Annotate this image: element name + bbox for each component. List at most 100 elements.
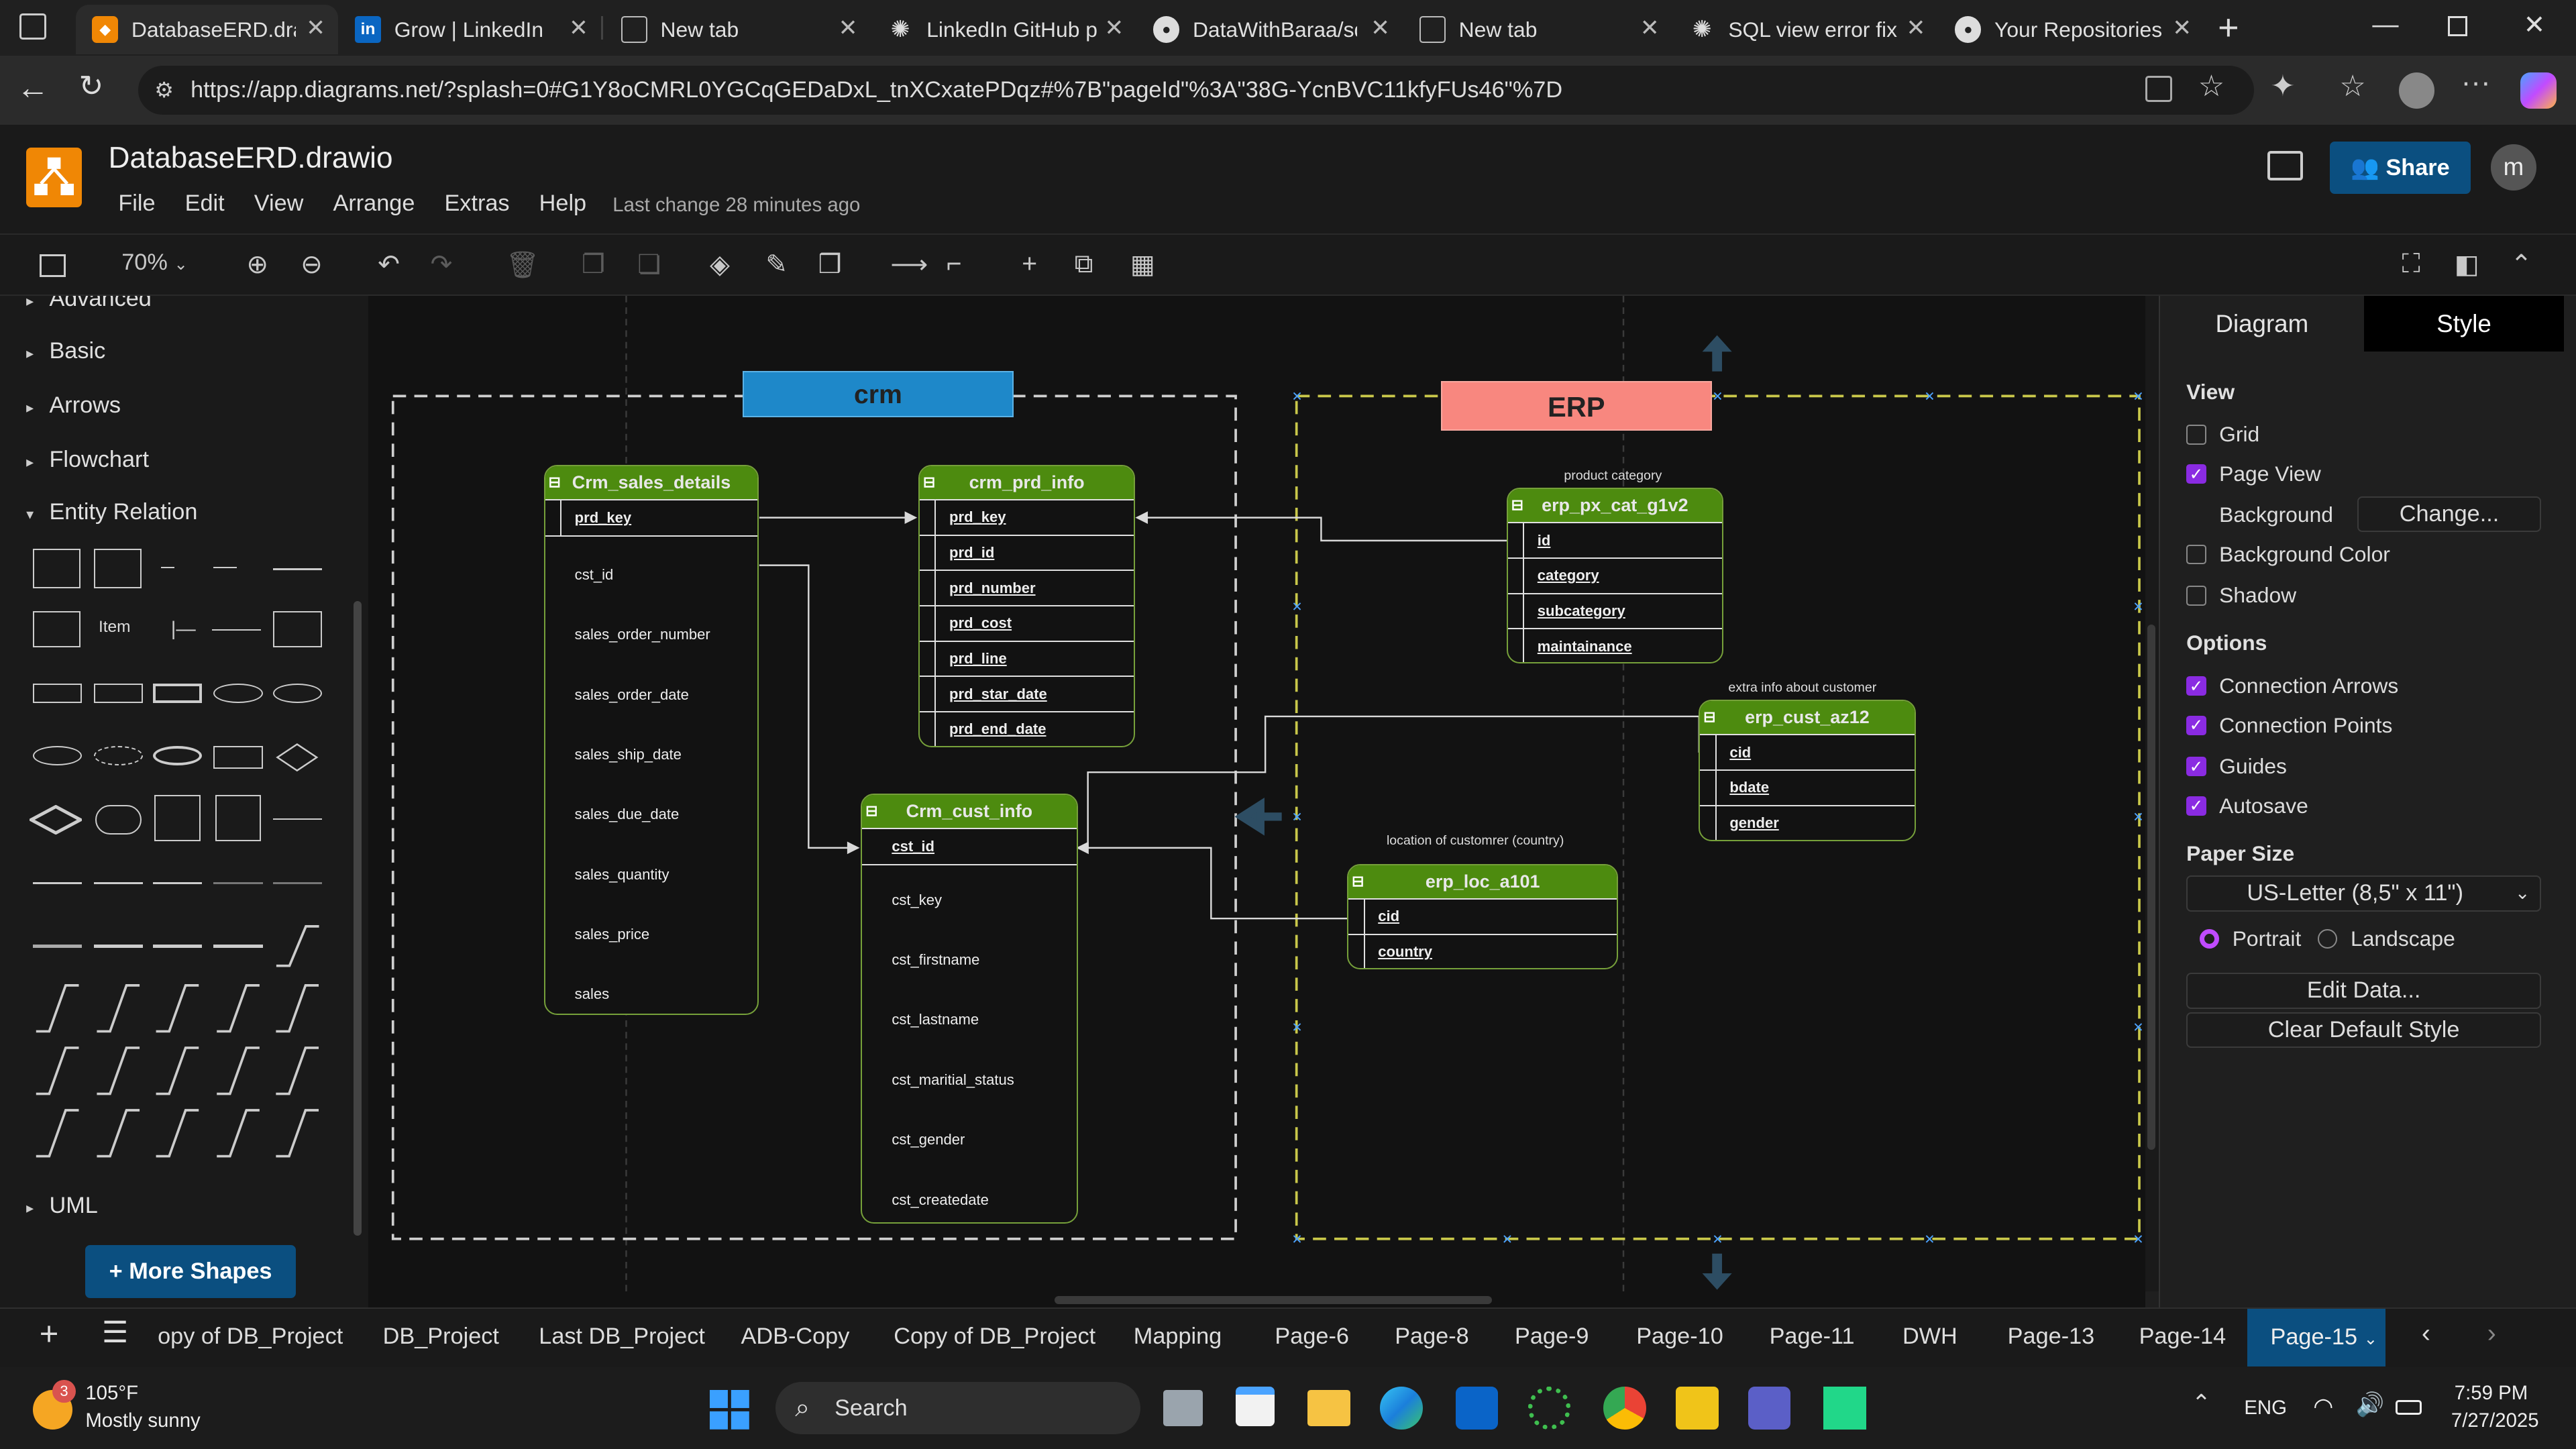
item-shape[interactable]: Item — [99, 618, 131, 637]
close-tab-icon[interactable]: ✕ — [1371, 15, 1390, 42]
scroll-left-icon[interactable]: ‹ — [2422, 1319, 2430, 1348]
connection-arrows-checkbox[interactable]: ✓ Connection Arrows — [2186, 674, 2398, 698]
close-tab-icon[interactable]: ✕ — [1640, 15, 1660, 42]
tab-style[interactable]: Style — [2363, 295, 2565, 352]
radio[interactable] — [2318, 929, 2338, 949]
table-row[interactable]: maintainance — [1507, 628, 1722, 663]
restore-button[interactable] — [2448, 16, 2468, 36]
menu-view[interactable]: View — [254, 191, 304, 217]
undo-icon[interactable]: ↶ — [378, 250, 400, 280]
collapse-icon[interactable]: ⌃ — [2510, 250, 2532, 280]
browser-tab[interactable]: ◆ DatabaseERD.draw ✕ — [75, 5, 339, 54]
cloud-shape[interactable] — [95, 805, 142, 835]
last-change-status[interactable]: Last change 28 minutes ago — [612, 191, 860, 217]
line-shape[interactable] — [152, 882, 203, 884]
browser-tab[interactable]: ● DataWithBaraa/sq ✕ — [1137, 5, 1403, 54]
menu-arrange[interactable]: Arrange — [333, 191, 415, 217]
url-input[interactable]: ⚙ https://app.diagrams.net/?splash=0#G1Y… — [138, 65, 2254, 115]
line-shape[interactable] — [211, 629, 262, 631]
checkbox[interactable] — [2186, 544, 2206, 565]
app-available-icon[interactable] — [2145, 75, 2172, 102]
paper-size-select[interactable]: US-Letter (8,5" x 11") ⌄ — [2186, 875, 2542, 912]
favorites-icon[interactable]: ☆ — [2339, 69, 2366, 103]
table-row[interactable]: country — [1348, 933, 1617, 968]
weather-widget[interactable]: 3 105°F Mostly sunny — [32, 1380, 263, 1436]
line-shape[interactable] — [272, 568, 322, 570]
panel-scrollbar[interactable] — [353, 601, 362, 1236]
table-row[interactable]: cst_lastname — [862, 990, 1076, 1050]
line-shape[interactable] — [272, 882, 322, 884]
browser-tab[interactable]: ✺ LinkedIn GitHub p ✕ — [871, 5, 1137, 54]
library-entity-relation[interactable]: ▾ Entity Relation — [26, 499, 197, 525]
page-tab[interactable]: Mapping — [1134, 1324, 1222, 1350]
table-row[interactable]: sales_ship_date — [545, 724, 758, 784]
portrait-radio[interactable]: Portrait — [2199, 926, 2301, 951]
collapse-icon[interactable]: ⊟ — [865, 795, 877, 828]
line-shape[interactable] — [213, 566, 237, 569]
menu-extras[interactable]: Extras — [444, 191, 509, 217]
page-tab-active[interactable]: Page-15 ⌄ — [2247, 1309, 2385, 1367]
reload-icon[interactable]: ↻ — [79, 69, 104, 103]
checkbox[interactable]: ✓ — [2186, 676, 2206, 696]
sidebar-toggle-icon[interactable] — [19, 13, 46, 40]
line-shape[interactable] — [93, 882, 144, 884]
page-tab[interactable]: Last DB_Project — [539, 1324, 705, 1350]
table-crm-cust-info[interactable]: ⊟ Crm_cust_info cst_id cst_key cst_firstn… — [861, 793, 1078, 1224]
clear-default-style-button[interactable]: Clear Default Style — [2186, 1012, 2542, 1049]
page-tab[interactable]: Page-14 — [2139, 1324, 2226, 1350]
line-shape[interactable] — [93, 945, 144, 949]
pages-menu-icon[interactable]: ☰ — [102, 1316, 129, 1350]
clock-date[interactable]: 7/27/2025 — [2451, 1409, 2539, 1432]
line-shape[interactable] — [161, 566, 174, 569]
user-avatar[interactable]: m — [2490, 144, 2537, 191]
profile-icon[interactable] — [2398, 72, 2435, 109]
comments-icon[interactable] — [2267, 151, 2304, 181]
close-tab-icon[interactable]: ✕ — [569, 15, 588, 42]
fullscreen-icon[interactable]: ⛶ — [2402, 250, 2420, 279]
page-tab[interactable]: Page-6 — [1275, 1324, 1349, 1350]
connector-shapes-grid[interactable] — [30, 982, 332, 1163]
entity-shape[interactable] — [32, 611, 80, 647]
page-tab[interactable]: Page-13 — [2008, 1324, 2095, 1350]
entity-shape[interactable] — [152, 683, 203, 704]
library-uml[interactable]: ▸ UML — [26, 1193, 98, 1219]
checkbox[interactable] — [2186, 425, 2206, 445]
table-row[interactable]: cid — [1348, 898, 1617, 934]
table-row[interactable]: cst_id — [545, 545, 758, 604]
collapse-icon[interactable]: ⊟ — [1703, 701, 1715, 734]
to-front-icon[interactable]: ❐ — [582, 250, 605, 280]
browser-tab[interactable]: ✺ SQL view error fix ✕ — [1672, 5, 1939, 54]
start-button[interactable] — [709, 1389, 749, 1430]
erp-label[interactable]: ERP — [1440, 381, 1712, 431]
edge-icon[interactable] — [1380, 1386, 1423, 1430]
checkbox[interactable]: ✓ — [2186, 796, 2206, 816]
table-row[interactable]: cid — [1700, 734, 1915, 769]
browser-tab[interactable]: in Grow | LinkedIn ✕ — [338, 5, 601, 54]
canvas-horizontal-scrollbar[interactable] — [368, 1291, 2146, 1308]
line-shape[interactable] — [213, 945, 263, 949]
wifi-icon[interactable]: ◠ — [2313, 1393, 2333, 1420]
scroll-right-icon[interactable]: › — [2487, 1319, 2496, 1348]
grid-checkbox[interactable]: Grid — [2186, 422, 2259, 447]
outlook-icon[interactable] — [1455, 1386, 1499, 1430]
close-window-button[interactable]: ✕ — [2524, 10, 2546, 40]
table-row[interactable]: cst_key — [862, 870, 1076, 930]
browser-tab[interactable]: ● Your Repositories ✕ — [1939, 5, 2205, 54]
edit-data-button[interactable]: Edit Data... — [2186, 972, 2542, 1009]
delete-icon[interactable]: 🗑 — [506, 250, 539, 280]
browser-tab[interactable]: New tab ✕ — [1403, 5, 1672, 54]
table-row[interactable]: sales_quantity — [545, 845, 758, 904]
add-page-icon[interactable]: + — [40, 1316, 59, 1353]
attribute-shape[interactable] — [93, 745, 144, 766]
page-tab[interactable]: opy of DB_Project — [158, 1324, 343, 1350]
table-row[interactable]: sales_due_date — [545, 785, 758, 845]
page-tab[interactable]: Copy of DB_Project — [894, 1324, 1095, 1350]
clock-time[interactable]: 7:59 PM — [2455, 1382, 2528, 1405]
table-row[interactable]: prd_cost — [919, 604, 1134, 641]
table-row[interactable]: category — [1507, 557, 1722, 593]
collapse-icon[interactable]: ⊟ — [1511, 489, 1523, 522]
attribute-shape[interactable] — [152, 745, 203, 766]
guides-checkbox[interactable]: ✓ Guides — [2186, 754, 2287, 779]
task-view-icon[interactable] — [1163, 1389, 1203, 1426]
library-advanced[interactable]: ▸ Advanced — [26, 296, 152, 312]
